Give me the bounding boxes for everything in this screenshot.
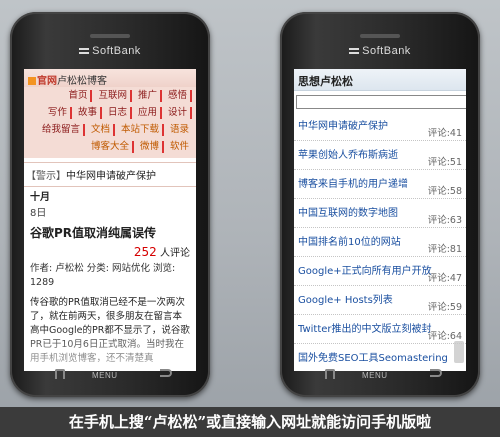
site-name[interactable]: 卢松松博客 [57, 76, 107, 87]
home-key-icon[interactable] [55, 369, 65, 379]
comment-count: 评论:64 [427, 331, 462, 342]
softbank-logo: SoftBank [10, 45, 210, 57]
page-title: 思想卢松松 [294, 69, 466, 91]
comment-count: 评论:63 [427, 215, 462, 226]
notice-tag: 【警示】 [26, 171, 66, 182]
nav-link-home[interactable]: 首页 [65, 89, 93, 102]
article-list: 中华网申请破产保护 评论:41 苹果创始人乔布斯病逝 评论:51 博客来自手机的用户… [294, 112, 466, 369]
comment-count[interactable]: 252 人评论 [30, 244, 190, 262]
comment-count: 评论:41 [427, 128, 462, 139]
post-day: 8日 [30, 208, 47, 219]
nav-link-download[interactable]: 本站下载 [118, 123, 164, 136]
post-meta: 作者: 卢松松 分类: 网站优化 浏览: 1289 [30, 263, 176, 288]
nav-row: 写作 故事 日志 应用 设计 [24, 104, 194, 121]
home-key-icon[interactable] [325, 369, 335, 379]
official-label: 官网 [37, 76, 57, 87]
hardware-keys: MENU [280, 363, 480, 387]
list-item[interactable]: 中华网申请破产保护 评论:41 [294, 112, 466, 141]
post-month: 十月 [30, 192, 50, 203]
speaker [90, 34, 130, 38]
nav-menu: 首页 互联网 推广 感悟 写作 故事 日志 应用 设计 给我留言 文档 本站下载… [24, 87, 196, 158]
rss-icon [28, 77, 36, 85]
nav-row: 首页 互联网 推广 感悟 [24, 87, 194, 104]
comment-count: 评论:58 [427, 186, 462, 197]
list-item[interactable]: 苹果创始人乔布斯病逝 评论:51 [294, 141, 466, 170]
notice-banner[interactable]: 【警示】中华网申请破产保护 [24, 162, 196, 187]
softbank-logo-icon [79, 48, 90, 55]
list-item[interactable]: 中国互联网的数字地图 评论:63 [294, 199, 466, 228]
comment-count: 评论:59 [427, 302, 462, 313]
menu-key[interactable]: MENU [92, 371, 118, 380]
comment-count: 评论:81 [427, 244, 462, 255]
nav-link-log[interactable]: 日志 [105, 106, 132, 119]
comment-count: 评论:47 [427, 273, 462, 284]
nav-link-apps[interactable]: 应用 [135, 106, 162, 119]
right-phone: SoftBank 思想卢松松 搜 中华网申请破产保护评论:41 苹果创始人乔布斯… [280, 12, 480, 397]
list-item[interactable]: 中国排名前10位的网站 评论:81 [294, 228, 466, 257]
comment-number: 252 [133, 245, 157, 259]
nav-link-design[interactable]: 设计 [165, 106, 192, 119]
nav-link-software[interactable]: 软件 [167, 141, 192, 153]
list-item[interactable]: Google+正式向所有用户开放 评论:47 [294, 257, 466, 286]
nav-link-writing[interactable]: 写作 [45, 106, 72, 119]
list-item[interactable]: Google+ Hosts列表 评论:59 [294, 286, 466, 315]
list-item[interactable]: Twitter推出的中文版立刻被封 评论:64 [294, 315, 466, 344]
list-item[interactable]: 博客来自手机的用户递增 评论:58 [294, 170, 466, 199]
comment-count: 评论:51 [427, 157, 462, 168]
nav-link-promotion[interactable]: 推广 [135, 89, 162, 102]
back-key-icon[interactable] [430, 369, 442, 377]
scrollbar[interactable] [454, 341, 464, 363]
site-header: 官网卢松松博客 [24, 69, 196, 87]
nav-link-weibo[interactable]: 微博 [137, 140, 164, 153]
speaker [360, 34, 400, 38]
search-input[interactable] [296, 95, 466, 109]
nav-link-quotes[interactable]: 语录 [167, 124, 192, 136]
nav-link-guestbook[interactable]: 给我留言 [39, 123, 85, 136]
right-screen: 思想卢松松 搜 中华网申请破产保护评论:41 苹果创始人乔布斯病逝评论:51 博… [294, 69, 466, 371]
softbank-logo: SoftBank [280, 45, 480, 57]
back-key-icon[interactable] [160, 369, 172, 377]
comment-label: 人评论 [160, 248, 190, 259]
hardware-keys: MENU [10, 363, 210, 387]
post-title[interactable]: 谷歌PR值取消纯属误传 [30, 225, 190, 241]
nav-row: 给我留言 文档 本站下载 语录 [24, 121, 194, 138]
nav-link-internet[interactable]: 互联网 [95, 89, 132, 102]
notice-text: 中华网申请破产保护 [66, 171, 156, 182]
nav-link-stories[interactable]: 故事 [75, 106, 102, 119]
search-bar: 搜 [294, 91, 466, 112]
left-screen: 官网卢松松博客 首页 互联网 推广 感悟 写作 故事 日志 应用 设计 给我留言… [24, 69, 196, 371]
left-phone: SoftBank 官网卢松松博客 首页 互联网 推广 感悟 写作 故事 日志 应… [10, 12, 210, 397]
nav-row: 博客大全 微博 软件 [24, 138, 194, 155]
nav-link-blog-directory[interactable]: 博客大全 [88, 140, 134, 153]
menu-key[interactable]: MENU [362, 371, 388, 380]
nav-link-thoughts[interactable]: 感悟 [165, 89, 192, 102]
nav-link-docs[interactable]: 文档 [88, 123, 115, 136]
caption: 在手机上搜“卢松松”或直接输入网址就能访问手机版啦 [0, 407, 500, 437]
softbank-logo-icon [349, 48, 360, 55]
